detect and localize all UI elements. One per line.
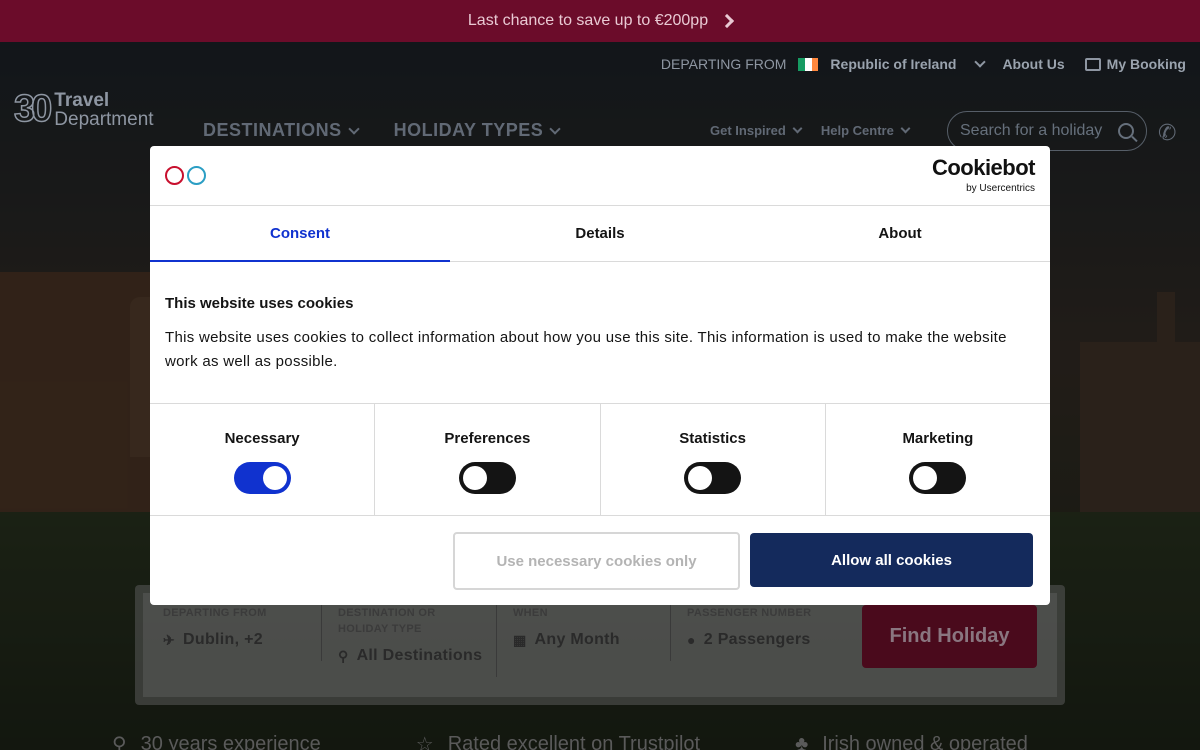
find-holiday-button[interactable]: Find Holiday: [862, 605, 1037, 668]
cookie-category-toggles: Necessary Preferences Statistics Marketi…: [150, 403, 1050, 516]
utility-nav: DEPARTING FROM Republic of Ireland About…: [661, 56, 1186, 72]
main-nav: DESTINATIONS HOLIDAY TYPES: [203, 120, 565, 141]
necessary-toggle[interactable]: [233, 462, 291, 494]
logo-mark: 30: [13, 87, 53, 131]
usp-experience: 30 years experience: [140, 733, 321, 750]
chevron-right-icon: [720, 13, 735, 29]
site-search: [947, 111, 1147, 151]
toggle-label-marketing: Marketing: [902, 430, 974, 447]
usp-strip: ⚲ 30 years experience ☆ Rated excellent on…: [112, 732, 1028, 750]
chevron-down-icon: [974, 56, 987, 68]
tab-consent[interactable]: Consent: [150, 206, 450, 262]
about-us-link[interactable]: About Us: [1002, 56, 1064, 72]
chevron-down-icon: [348, 122, 360, 135]
destination-field[interactable]: DESTINATION OR HOLIDAY TYPE ⚲ All Destina…: [338, 605, 488, 665]
toggle-label-preferences: Preferences: [444, 430, 531, 447]
logo-text: Travel Department: [54, 89, 154, 130]
toggle-label-necessary: Necessary: [224, 430, 300, 447]
statistics-toggle[interactable]: [684, 462, 742, 494]
nav-help-centre[interactable]: Help Centre: [821, 123, 915, 138]
cookiebot-logo[interactable]: Cookiebot by Usercentrics: [932, 156, 1036, 195]
promo-text: Last chance to save up to €200pp: [467, 12, 709, 29]
search-icon[interactable]: [1118, 123, 1134, 139]
use-necessary-only-button[interactable]: Use necessary cookies only: [453, 532, 740, 590]
phone-icon[interactable]: ✆: [1158, 120, 1176, 146]
cookie-description: This website uses cookies to collect inf…: [165, 329, 1007, 370]
country-selector[interactable]: Republic of Ireland: [830, 56, 956, 72]
search-input[interactable]: [960, 122, 1110, 140]
nav-destinations[interactable]: DESTINATIONS: [203, 120, 364, 141]
calendar-icon: ▦: [513, 631, 527, 648]
shamrock-icon: ♣: [795, 733, 809, 750]
suitcase-icon: [1084, 57, 1101, 71]
cookie-heading: This website uses cookies: [165, 295, 354, 312]
ireland-flag-icon: [798, 57, 819, 71]
map-pin-icon: ⚲: [338, 647, 349, 664]
usp-trustpilot: Rated excellent on Trustpilot: [447, 733, 701, 750]
usp-irish-owned: Irish owned & operated: [822, 733, 1028, 750]
nav-get-inspired[interactable]: Get Inspired: [710, 123, 807, 138]
chevron-down-icon: [792, 123, 803, 134]
tab-about[interactable]: About: [750, 206, 1050, 261]
cookie-tabs: Consent Details About: [150, 206, 1050, 262]
preferences-toggle[interactable]: [458, 462, 516, 494]
my-booking-link[interactable]: My Booking: [1107, 56, 1186, 72]
marketing-toggle[interactable]: [909, 462, 967, 494]
toggle-label-statistics: Statistics: [679, 430, 746, 447]
cookie-consent-dialog: Cookiebot by Usercentrics Consent Detail…: [150, 146, 1050, 605]
departing-from-label: DEPARTING FROM: [660, 56, 787, 72]
map-pin-icon: ⚲: [112, 734, 127, 750]
chevron-down-icon: [549, 122, 561, 135]
passengers-field[interactable]: PASSENGER NUMBER ● 2 Passengers: [687, 605, 811, 649]
tab-details[interactable]: Details: [450, 206, 750, 261]
plane-icon: ✈: [163, 631, 176, 648]
nav-holiday-types[interactable]: HOLIDAY TYPES: [394, 120, 566, 141]
departing-field[interactable]: DEPARTING FROM ✈ Dublin, +2: [163, 605, 267, 649]
site-mini-logo-icon: [165, 166, 206, 185]
when-field[interactable]: WHEN ▦ Any Month: [513, 605, 620, 649]
allow-all-cookies-button[interactable]: Allow all cookies: [750, 533, 1033, 587]
person-icon: ●: [687, 632, 696, 648]
promo-banner[interactable]: Last chance to save up to €200pp: [0, 0, 1200, 42]
chevron-down-icon: [900, 123, 911, 134]
secondary-nav: Get Inspired Help Centre: [710, 123, 915, 138]
star-icon: ☆: [415, 734, 434, 750]
site-logo[interactable]: 30 Travel Department: [13, 87, 154, 131]
